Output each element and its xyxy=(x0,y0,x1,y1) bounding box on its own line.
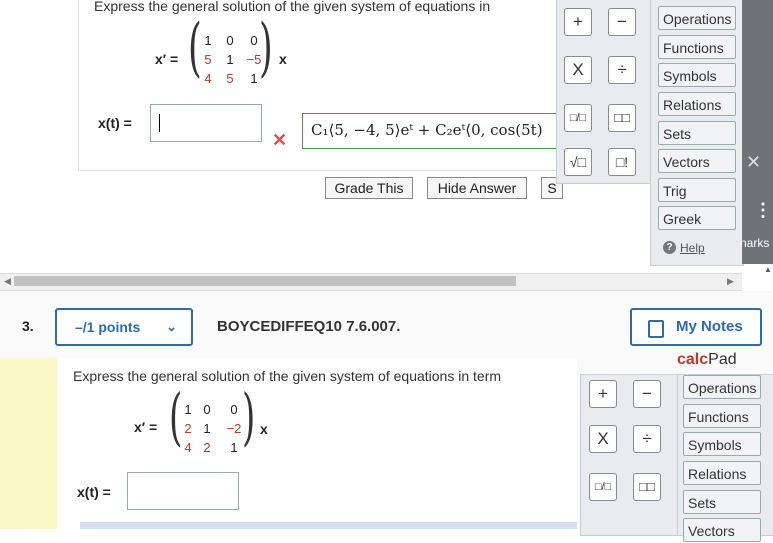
plus-key[interactable]: + xyxy=(589,380,617,408)
correct-answer-box: C₁⟨5, −4, 5⟩eᵗ + C₂eᵗ⟨0, cos(5t) xyxy=(302,113,558,149)
chevron-down-icon: ⌄ xyxy=(166,319,177,334)
matrix-cell: 2 xyxy=(203,440,211,455)
scroll-left-arrow-icon[interactable]: ◀ xyxy=(4,276,11,287)
question-number: 3. xyxy=(22,318,34,334)
points-dropdown[interactable]: –/1 points ⌄ xyxy=(55,308,193,346)
divide-key[interactable]: ÷ xyxy=(633,425,661,453)
matrix-cell: 1 xyxy=(250,71,258,86)
menu-greek[interactable]: Greek xyxy=(658,206,736,230)
matrix-cell: 1 xyxy=(204,33,212,48)
incorrect-x-icon: ✕ xyxy=(272,130,288,150)
margin-highlight xyxy=(0,358,57,529)
matrix-cell: 0 xyxy=(230,402,238,417)
multiply-key[interactable]: X xyxy=(564,56,592,84)
multiply-key[interactable]: X xyxy=(589,425,617,453)
question-code: BOYCEDIFFEQ10 7.6.007. xyxy=(217,318,401,335)
system-rhs: x xyxy=(279,51,287,67)
matrix-cell: 1 xyxy=(203,421,211,436)
scroll-up-arrow-icon[interactable]: ▲ xyxy=(764,265,772,274)
matrix-cell: 4 xyxy=(204,71,212,86)
grade-this-button[interactable]: Grade This xyxy=(325,177,413,199)
fraction-key[interactable]: □/□ xyxy=(564,104,592,132)
menu-relations[interactable]: Relations xyxy=(683,461,761,485)
matrix-cell: 4 xyxy=(184,440,192,455)
text-cursor xyxy=(159,114,160,132)
matrix-cell: 2 xyxy=(184,421,192,436)
xt-3-label: x(t) = xyxy=(77,484,111,500)
marks-label-partial: narks xyxy=(740,236,770,250)
menu-vectors[interactable]: Vectors xyxy=(658,149,736,173)
factorial-key[interactable]: □! xyxy=(608,148,636,176)
coefficient-matrix-3: 1 0 0 2 1 −2 4 2 1 xyxy=(178,402,248,458)
matrix-cell: 1 xyxy=(184,402,192,417)
xt-3-input[interactable] xyxy=(127,472,239,510)
bottom-toolbar-strip xyxy=(80,522,577,529)
system-3-lhs: x′ = xyxy=(134,419,158,435)
help-link[interactable]: Help xyxy=(680,241,705,255)
more-vertical-icon[interactable]: ⋮ xyxy=(754,200,772,221)
calcpad-title: calcPad xyxy=(677,351,737,368)
sqrt-key[interactable]: √□ xyxy=(564,148,592,176)
question-prompt: Express the general solution of the give… xyxy=(94,0,491,14)
matrix-cell: 0 xyxy=(250,33,258,48)
exponent-key[interactable]: □□ xyxy=(633,473,661,501)
scroll-right-arrow-icon[interactable]: ▶ xyxy=(727,276,734,287)
scrollbar-thumb[interactable] xyxy=(14,276,516,286)
plus-key[interactable]: + xyxy=(564,8,592,36)
notes-icon xyxy=(648,320,664,338)
menu-operations[interactable]: Operations xyxy=(658,6,736,30)
system-3-rhs: x xyxy=(260,421,268,437)
matrix-cell: −5 xyxy=(246,52,262,67)
correct-answer-text: C₁⟨5, −4, 5⟩eᵗ + C₂eᵗ⟨0, cos(5t) xyxy=(311,121,543,139)
menu-functions[interactable]: Functions xyxy=(683,404,761,428)
hide-answer-button[interactable]: Hide Answer xyxy=(427,177,527,199)
matrix-cell: 5 xyxy=(204,52,212,67)
menu-relations[interactable]: Relations xyxy=(658,92,736,116)
menu-trig[interactable]: Trig xyxy=(658,178,736,202)
my-notes-label: My Notes xyxy=(676,318,743,335)
matrix-cell: 1 xyxy=(230,440,238,455)
matrix-cell: −2 xyxy=(226,421,242,436)
matrix-cell: 0 xyxy=(203,402,211,417)
minus-key[interactable]: − xyxy=(608,8,636,36)
menu-functions[interactable]: Functions xyxy=(658,35,736,59)
points-label: –/1 points xyxy=(75,319,141,335)
help-icon[interactable]: ? xyxy=(663,241,676,254)
system-lhs: x′ = xyxy=(155,51,179,67)
coefficient-matrix: 1 0 0 5 1 −5 4 5 1 xyxy=(198,33,264,89)
fraction-key[interactable]: □/□ xyxy=(589,473,617,501)
close-icon[interactable]: ✕ xyxy=(746,152,761,173)
xt-input[interactable] xyxy=(150,104,262,142)
minus-key[interactable]: − xyxy=(633,380,661,408)
xt-label: x(t) = xyxy=(98,115,132,131)
matrix-cell: 0 xyxy=(226,33,234,48)
menu-symbols[interactable]: Symbols xyxy=(683,432,761,456)
side-overlay xyxy=(742,0,773,264)
menu-operations[interactable]: Operations xyxy=(683,375,761,399)
menu-sets[interactable]: Sets xyxy=(658,121,736,145)
menu-sets[interactable]: Sets xyxy=(683,490,761,514)
menu-vectors[interactable]: Vectors xyxy=(683,518,761,542)
my-notes-button[interactable]: My Notes xyxy=(630,308,762,346)
menu-symbols[interactable]: Symbols xyxy=(658,63,736,87)
divide-key[interactable]: ÷ xyxy=(608,56,636,84)
question-3-prompt: Express the general solution of the give… xyxy=(73,368,502,384)
matrix-cell: 5 xyxy=(226,71,234,86)
matrix-cell: 1 xyxy=(226,52,234,67)
exponent-key[interactable]: □□ xyxy=(608,104,636,132)
